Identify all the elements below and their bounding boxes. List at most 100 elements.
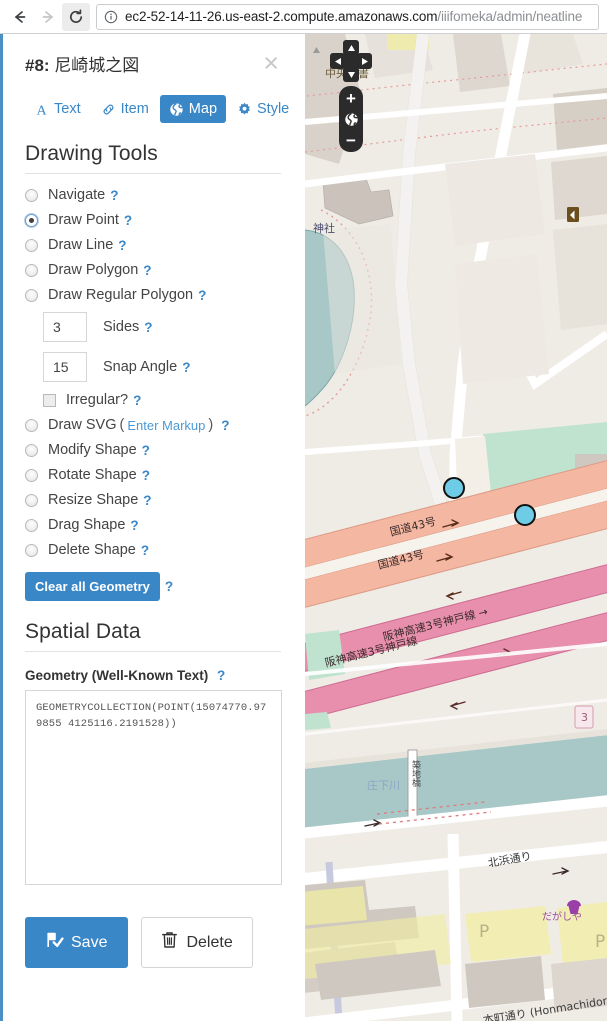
zoom-world-icon[interactable] <box>340 109 362 129</box>
radio-draw-point[interactable] <box>25 213 38 227</box>
tool-label-navigate: Navigate <box>48 187 106 203</box>
help-icon-draw-point[interactable]: ? <box>124 213 132 228</box>
geometry-label-text: Geometry (Well-Known Text) <box>25 668 209 683</box>
help-icon-draw-svg[interactable]: ? <box>221 418 229 433</box>
tab-style-label: Style <box>257 101 290 117</box>
snap-angle-label: Snap Angle <box>103 359 178 375</box>
tab-style[interactable]: Style <box>228 95 298 123</box>
enter-markup-link[interactable]: Enter Markup <box>127 418 205 433</box>
tool-option-delete-shape[interactable]: Delete Shape ? <box>25 542 281 558</box>
info-circle-icon[interactable] <box>104 10 118 24</box>
tool-option-draw-polygon[interactable]: Draw Polygon ? <box>25 262 281 278</box>
forward-button[interactable] <box>34 3 62 31</box>
tool-option-modify-shape[interactable]: Modify Shape ? <box>25 442 281 458</box>
pan-down-button[interactable] <box>343 67 359 82</box>
address-bar[interactable]: ec2-52-14-11-26.us-east-2.compute.amazon… <box>96 3 599 30</box>
link-icon <box>101 102 116 117</box>
map-zoom-control[interactable]: + − <box>339 86 363 152</box>
svg-open-paren: ( <box>119 417 125 433</box>
help-icon-sides[interactable]: ? <box>144 320 152 335</box>
reload-icon <box>69 8 83 23</box>
tool-option-drag-shape[interactable]: Drag Shape ? <box>25 517 281 533</box>
radio-delete-shape[interactable] <box>25 543 38 557</box>
spatial-data-heading: Spatial Data <box>25 620 281 652</box>
help-icon-irregular[interactable]: ? <box>133 393 141 408</box>
record-number: #8: <box>25 56 50 75</box>
tool-option-draw-line[interactable]: Draw Line ? <box>25 237 281 253</box>
url-host: ec2-52-14-11-26.us-east-2.compute.amazon… <box>125 9 438 24</box>
trash-icon <box>161 931 178 954</box>
collapse-triangle-icon[interactable] <box>312 46 321 54</box>
help-icon-draw-polygon[interactable]: ? <box>143 263 151 278</box>
tool-option-draw-regular-polygon[interactable]: Draw Regular Polygon ? <box>25 287 281 303</box>
tool-option-rotate-shape[interactable]: Rotate Shape ? <box>25 467 281 483</box>
radio-resize-shape[interactable] <box>25 493 38 507</box>
clear-all-geometry-button[interactable]: Clear all Geometry <box>25 572 160 601</box>
help-icon-geometry[interactable]: ? <box>217 668 225 683</box>
tool-option-resize-shape[interactable]: Resize Shape ? <box>25 492 281 508</box>
geometry-point-marker-2[interactable] <box>514 504 536 526</box>
tool-label-resize-shape: Resize Shape <box>48 492 139 508</box>
radio-navigate[interactable] <box>25 188 38 202</box>
zoom-out-button[interactable]: − <box>340 131 362 149</box>
help-icon-rotate-shape[interactable]: ? <box>142 468 150 483</box>
back-button[interactable] <box>6 3 34 31</box>
pan-down-icon <box>347 71 355 78</box>
save-button[interactable]: Save <box>25 917 129 968</box>
radio-draw-svg[interactable] <box>25 418 38 432</box>
delete-button[interactable]: Delete <box>141 917 253 968</box>
tab-text[interactable]: A Text <box>25 95 90 123</box>
geometry-point-marker-1[interactable] <box>443 477 465 499</box>
page-content: #8: 尼崎城之図 × A Text Item Map Style Drawin… <box>0 34 607 1021</box>
tool-option-draw-svg[interactable]: Draw SVG ( Enter Markup ) ? <box>25 417 281 433</box>
help-icon-draw-regular-polygon[interactable]: ? <box>198 288 206 303</box>
radio-draw-polygon[interactable] <box>25 263 38 277</box>
radio-draw-line[interactable] <box>25 238 38 252</box>
radio-modify-shape[interactable] <box>25 443 38 457</box>
help-icon-delete-shape[interactable]: ? <box>141 543 149 558</box>
radio-drag-shape[interactable] <box>25 518 38 532</box>
help-icon-resize-shape[interactable]: ? <box>143 493 151 508</box>
pan-right-button[interactable] <box>357 53 372 69</box>
help-icon-modify-shape[interactable]: ? <box>142 443 150 458</box>
screenshot-root: ec2-52-14-11-26.us-east-2.compute.amazon… <box>0 0 607 1021</box>
snap-angle-input[interactable] <box>43 352 87 382</box>
tool-option-draw-point[interactable]: Draw Point ? <box>25 212 281 228</box>
save-button-label: Save <box>71 933 108 951</box>
tool-label-draw-regular-polygon: Draw Regular Polygon <box>48 287 194 303</box>
tab-text-label: Text <box>54 101 81 117</box>
help-icon-snap-angle[interactable]: ? <box>182 360 190 375</box>
tool-label-draw-svg: Draw SVG <box>48 417 117 433</box>
record-header: #8: 尼崎城之図 × <box>25 48 281 77</box>
tab-map[interactable]: Map <box>159 95 227 123</box>
pan-left-icon <box>334 57 341 65</box>
geometry-wkt-textarea[interactable]: GEOMETRYCOLLECTION(POINT(15074770.979855… <box>25 690 282 885</box>
tab-item[interactable]: Item <box>92 95 158 123</box>
help-icon-clear-geometry[interactable]: ? <box>165 579 173 594</box>
sides-field-row: Sides ? <box>43 312 281 342</box>
reload-button[interactable] <box>62 2 90 31</box>
help-icon-navigate[interactable]: ? <box>110 188 118 203</box>
tool-label-rotate-shape: Rotate Shape <box>48 467 137 483</box>
pan-left-button[interactable] <box>330 53 345 69</box>
gear-icon <box>237 102 252 117</box>
sides-input[interactable] <box>43 312 87 342</box>
radio-rotate-shape[interactable] <box>25 468 38 482</box>
zoom-in-button[interactable]: + <box>340 89 362 107</box>
browser-toolbar: ec2-52-14-11-26.us-east-2.compute.amazon… <box>0 0 607 34</box>
tool-option-navigate[interactable]: Navigate ? <box>25 187 281 203</box>
pan-up-icon <box>347 44 355 51</box>
castle-poi-icon <box>567 207 579 222</box>
tab-item-label: Item <box>120 101 149 117</box>
close-icon[interactable]: × <box>253 48 281 77</box>
help-icon-drag-shape[interactable]: ? <box>130 518 138 533</box>
help-icon-draw-line[interactable]: ? <box>118 238 126 253</box>
radio-draw-regular-polygon[interactable] <box>25 288 38 302</box>
svg-close-paren: ) <box>208 417 214 433</box>
map-pan-control[interactable] <box>330 40 372 82</box>
tool-label-draw-point: Draw Point <box>48 212 119 228</box>
irregular-checkbox-row[interactable]: Irregular? ? <box>43 392 281 408</box>
neatline-map[interactable]: 中央図書 神社 国道43号 国道43号 阪神高速3号神戸線 → 阪神高速3号神戸… <box>305 34 607 1021</box>
pan-up-button[interactable] <box>343 40 359 55</box>
checkbox-irregular[interactable] <box>43 393 56 407</box>
